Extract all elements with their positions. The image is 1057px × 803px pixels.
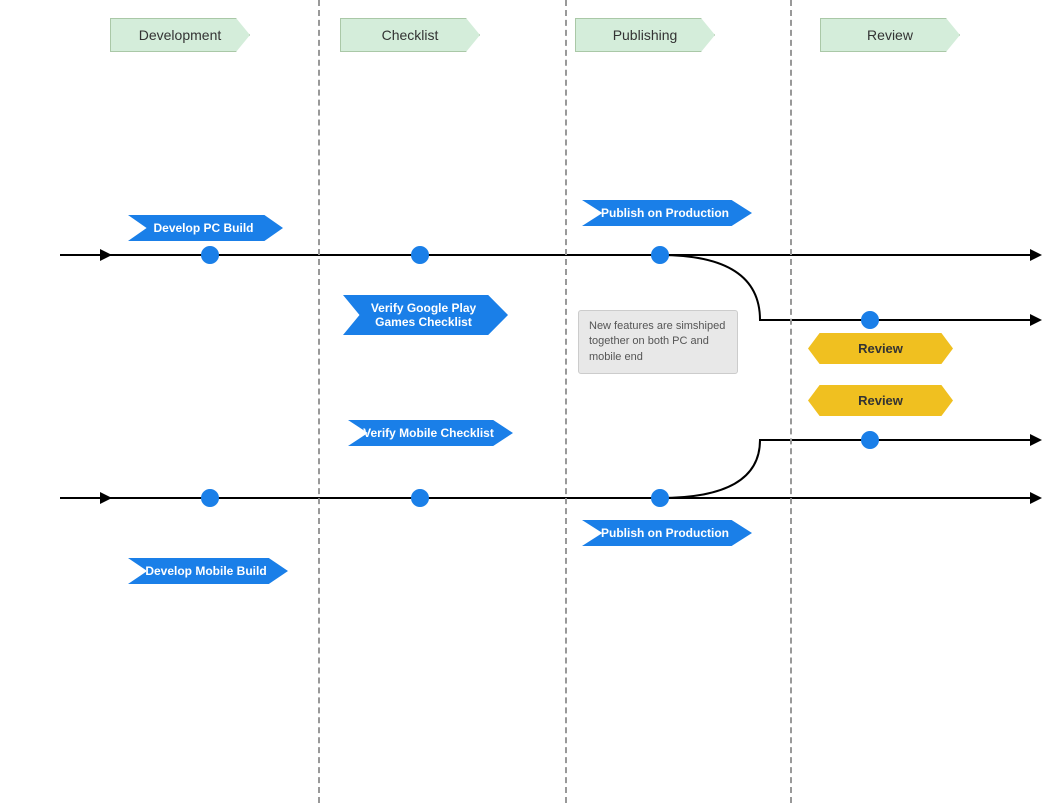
review-label-2[interactable]: Review xyxy=(808,385,953,416)
node-mobile-checklist xyxy=(411,489,429,507)
diagram: Development Checklist Publishing Review … xyxy=(0,0,1057,803)
header-review: Review xyxy=(820,18,960,52)
publish-pc-label[interactable]: Publish on Production xyxy=(582,200,752,226)
node-pc-review xyxy=(861,311,879,329)
node-pc-checklist xyxy=(411,246,429,264)
develop-mobile-label[interactable]: Develop Mobile Build xyxy=(128,558,288,584)
header-development: Development xyxy=(110,18,250,52)
verify-mobile-label[interactable]: Verify Mobile Checklist xyxy=(348,420,513,446)
header-checklist: Checklist xyxy=(340,18,480,52)
divider-3 xyxy=(790,0,792,803)
header-publishing: Publishing xyxy=(575,18,715,52)
verify-google-label[interactable]: Verify Google PlayGames Checklist xyxy=(343,295,508,335)
divider-2 xyxy=(565,0,567,803)
node-pc-publish xyxy=(651,246,669,264)
node-mobile-review xyxy=(861,431,879,449)
node-mobile-publish xyxy=(651,489,669,507)
note-box: New features are simshiped together on b… xyxy=(578,310,738,374)
review-label-1[interactable]: Review xyxy=(808,333,953,364)
develop-pc-label[interactable]: Develop PC Build xyxy=(128,215,283,241)
divider-1 xyxy=(318,0,320,803)
node-pc-dev xyxy=(201,246,219,264)
publish-mobile-label[interactable]: Publish on Production xyxy=(582,520,752,546)
node-mobile-dev xyxy=(201,489,219,507)
